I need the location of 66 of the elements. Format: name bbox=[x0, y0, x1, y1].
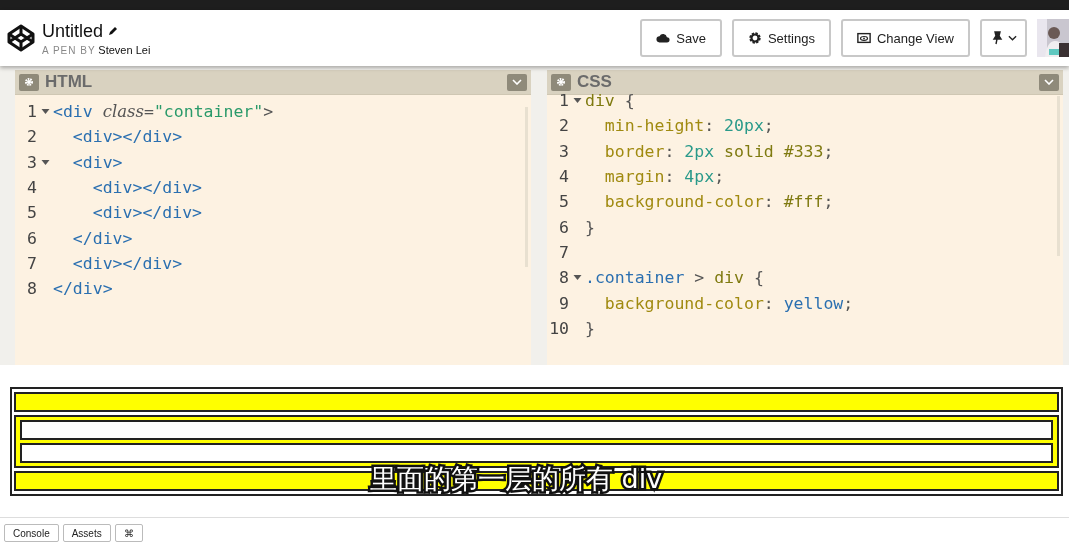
logo-icon[interactable] bbox=[6, 23, 36, 53]
fold-arrow-icon[interactable] bbox=[572, 98, 582, 104]
line-number: 8 bbox=[558, 268, 569, 288]
collapse-button[interactable] bbox=[507, 73, 527, 91]
cloud-icon bbox=[656, 31, 671, 45]
line-number: 2 bbox=[558, 116, 569, 136]
pin-icon bbox=[990, 31, 1004, 45]
pen-title: Untitled bbox=[42, 20, 104, 42]
line-number: 9 bbox=[558, 293, 569, 313]
line-number: 7 bbox=[558, 242, 569, 262]
line-number: 5 bbox=[26, 203, 37, 223]
line-number: 10 bbox=[548, 318, 569, 338]
window-icon bbox=[856, 31, 871, 45]
line-number: 1 bbox=[558, 91, 569, 111]
settings-icon bbox=[24, 77, 34, 87]
line-number: 4 bbox=[558, 167, 569, 187]
byline-label: A PEN BY bbox=[42, 44, 96, 56]
fold-arrow-icon[interactable] bbox=[40, 159, 50, 165]
save-button[interactable]: Save bbox=[640, 19, 722, 57]
panel-settings-button[interactable] bbox=[551, 73, 571, 91]
code-line: <div></div> bbox=[71, 127, 183, 147]
settings-icon bbox=[747, 31, 762, 45]
chevron-icon bbox=[1044, 79, 1054, 85]
code-line: </div> bbox=[71, 228, 133, 248]
code-line: } bbox=[585, 318, 595, 338]
line-number: 3 bbox=[26, 152, 37, 172]
fold-arrow-icon[interactable] bbox=[572, 275, 582, 281]
panel-title: CSS bbox=[577, 72, 612, 92]
code-line: <div></div> bbox=[91, 203, 202, 223]
code-line: } bbox=[585, 217, 595, 237]
code-line: margin: 4px; bbox=[603, 167, 725, 187]
settings-button[interactable]: Settings bbox=[731, 19, 831, 57]
collapse-button[interactable] bbox=[1039, 73, 1059, 91]
code-line: <div class="container"> bbox=[53, 102, 274, 122]
code-line: .container > div { bbox=[585, 268, 764, 288]
pencil-icon[interactable] bbox=[107, 25, 120, 37]
code-line: <div></div> bbox=[91, 178, 202, 198]
line-number: 1 bbox=[26, 102, 37, 122]
footer-button[interactable]: Assets bbox=[62, 524, 111, 542]
line-number: 7 bbox=[26, 253, 37, 273]
code-line: background-color: #fff; bbox=[603, 192, 834, 212]
code-line: <div> bbox=[71, 152, 123, 172]
code-line: div { bbox=[585, 91, 635, 111]
settings-icon bbox=[556, 77, 566, 87]
line-number: 6 bbox=[558, 217, 569, 237]
line-number: 6 bbox=[26, 228, 37, 248]
footer-button[interactable]: ⌘ bbox=[114, 524, 143, 542]
code-line: </div> bbox=[53, 279, 113, 299]
code-line: min-height: 20px; bbox=[603, 116, 774, 136]
panel-title: HTML bbox=[45, 72, 93, 92]
view-button[interactable]: Change View bbox=[840, 19, 970, 57]
fold-arrow-icon[interactable] bbox=[40, 109, 50, 115]
line-number: 5 bbox=[558, 192, 569, 212]
caret-icon bbox=[1008, 35, 1017, 41]
line-number: 4 bbox=[26, 178, 37, 198]
chevron-icon bbox=[512, 79, 522, 85]
pin-menu-button[interactable] bbox=[980, 19, 1027, 57]
code-line: border: 2px solid #333; bbox=[603, 141, 834, 161]
line-number: 2 bbox=[26, 127, 37, 147]
footer-button[interactable]: Console bbox=[4, 524, 59, 542]
author-name: Steven Lei bbox=[98, 43, 151, 56]
code-line: <div></div> bbox=[71, 253, 183, 273]
line-number: 8 bbox=[26, 279, 37, 299]
panel-settings-button[interactable] bbox=[19, 73, 39, 91]
code-line: background-color: yellow; bbox=[603, 293, 854, 313]
line-number: 3 bbox=[558, 141, 569, 161]
